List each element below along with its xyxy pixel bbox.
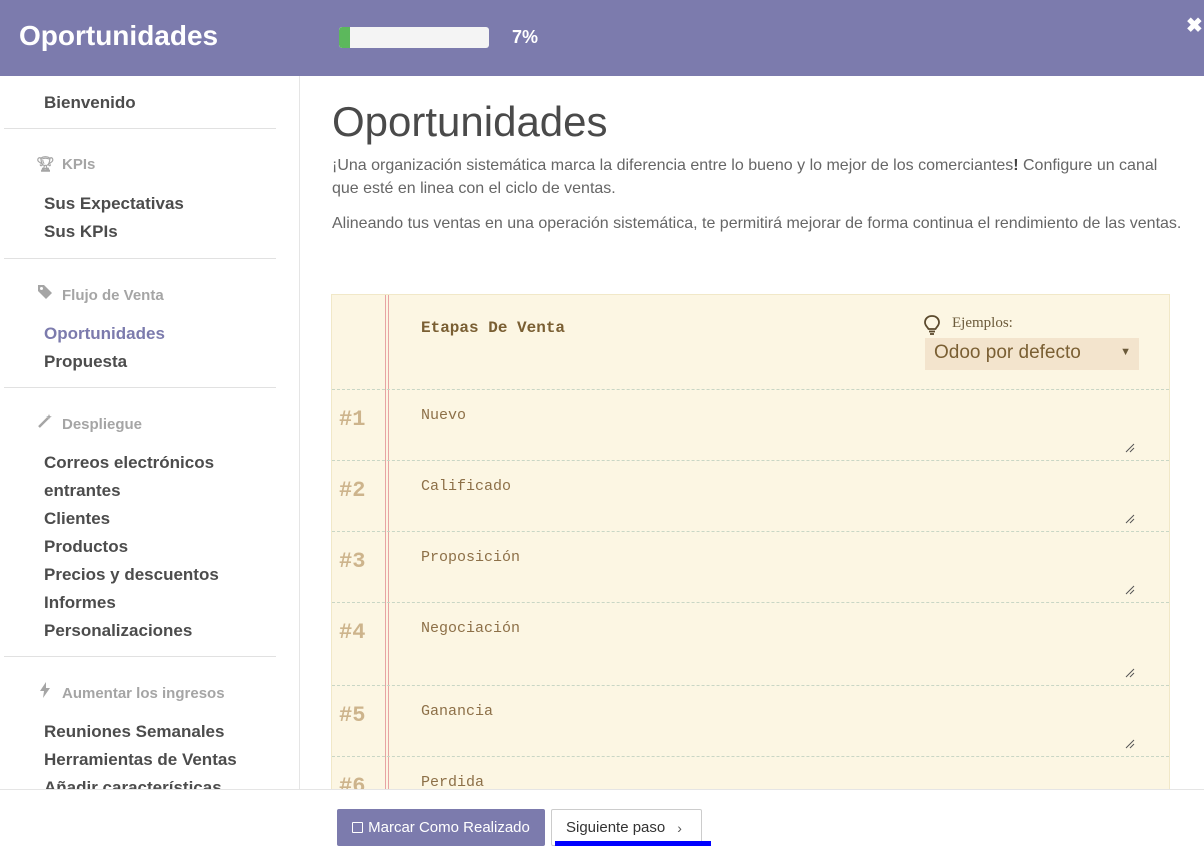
row-divider [332,531,1169,532]
sidebar-item-oportunidades[interactable]: Oportunidades [44,324,165,344]
sidebar-item-clientes[interactable]: Clientes [44,509,110,529]
row-divider [332,389,1169,390]
sidebar-item-informes[interactable]: Informes [44,593,116,613]
magic-wand-icon [36,413,54,433]
sidebar-item-bienvenido[interactable]: Bienvenido [44,93,136,113]
stage-number: #1 [339,407,366,432]
stage-number: #5 [339,703,366,728]
stage-number: #2 [339,478,366,503]
resize-handle-icon[interactable] [1125,443,1135,453]
progress-bar [339,27,489,48]
stage-input[interactable]: Negociación [421,620,520,637]
sidebar-item-personalizaciones[interactable]: Personalizaciones [44,621,192,641]
stage-number: #6 [339,774,366,789]
dialog-title: Oportunidades [19,20,219,51]
main-content: Oportunidades ¡Una organización sistemát… [300,76,1204,789]
stage-input[interactable]: Nuevo [421,407,466,424]
close-icon[interactable]: ✖ [1186,16,1203,36]
progress-percent: 7% [512,27,539,47]
sidebar-divider [4,258,276,259]
sidebar: Bienvenido 🏆︎ KPIs Sus Expectativas Sus K… [0,76,300,789]
sidebar-item-caracteristicas[interactable]: Añadir características [44,778,222,789]
sidebar-divider [4,128,276,129]
dialog-footer: Marcar Como Realizado Siguiente paso › [0,789,1204,857]
sidebar-item-precios[interactable]: Precios y descuentos [44,565,219,585]
mark-done-button[interactable]: Marcar Como Realizado [337,809,545,846]
sidebar-item-correos[interactable]: Correos electrónicos [44,453,214,473]
examples-label: Ejemplos: [952,315,1013,331]
stage-input[interactable]: Ganancia [421,703,493,720]
sidebar-item-herramientas[interactable]: Herramientas de Ventas [44,750,237,770]
checkbox-icon [352,822,364,833]
progress-fill [339,27,350,48]
row-divider [332,756,1169,757]
sidebar-section-flujo-de-venta: Flujo de Venta [36,284,164,304]
dropdown-arrow-icon: ▼ [1120,346,1131,358]
lightbulb-icon [924,315,940,335]
sidebar-item-productos[interactable]: Productos [44,537,128,557]
detail-paragraph: Alineando tus ventas en una operación si… [332,215,1182,232]
resize-handle-icon[interactable] [1125,514,1135,524]
stage-number: #3 [339,549,366,574]
sales-stages-notepad: Etapas De Venta Ejemplos: Odoo por defec… [331,294,1170,789]
sidebar-section-despliegue: Despliegue [36,413,142,433]
stage-input[interactable]: Calificado [421,478,511,495]
stage-number: #4 [339,620,366,645]
sidebar-item-correos-entrantes[interactable]: entrantes [44,481,121,501]
row-divider [332,602,1169,603]
bolt-icon [36,682,54,702]
page-title: Oportunidades [332,98,608,145]
resize-handle-icon[interactable] [1125,739,1135,749]
sidebar-item-sus-expectativas[interactable]: Sus Expectativas [44,194,184,214]
resize-handle-icon[interactable] [1125,668,1135,678]
sidebar-section-aumentar-ingresos: Aumentar los ingresos [36,682,225,702]
sidebar-item-sus-kpis[interactable]: Sus KPIs [44,222,118,242]
dialog-header: Oportunidades 7% ✖ [0,0,1204,76]
sidebar-item-propuesta[interactable]: Propuesta [44,352,127,372]
stages-heading: Etapas De Venta [421,319,566,337]
sidebar-divider [4,387,276,388]
resize-handle-icon[interactable] [1125,585,1135,595]
sidebar-item-reuniones[interactable]: Reuniones Semanales [44,722,224,742]
trophy-icon: 🏆︎ [36,156,56,173]
examples-select[interactable]: Odoo por defecto ▼ [925,338,1139,370]
sidebar-divider [4,656,276,657]
notepad-margin-line [385,295,389,789]
row-divider [332,460,1169,461]
stage-input[interactable]: Proposición [421,549,520,566]
onboarding-dialog: Oportunidades 7% ✖ Bienvenido 🏆︎ KPIs Sus… [0,0,1204,857]
tag-icon [36,284,54,304]
stage-input[interactable]: Perdida [421,774,484,789]
sidebar-section-kpis: 🏆︎ KPIs [36,156,96,173]
chevron-right-icon: › [677,819,682,836]
highlight-underline [555,841,711,846]
row-divider [332,685,1169,686]
intro-paragraph: ¡Una organización sistemática marca la d… [332,157,1158,197]
